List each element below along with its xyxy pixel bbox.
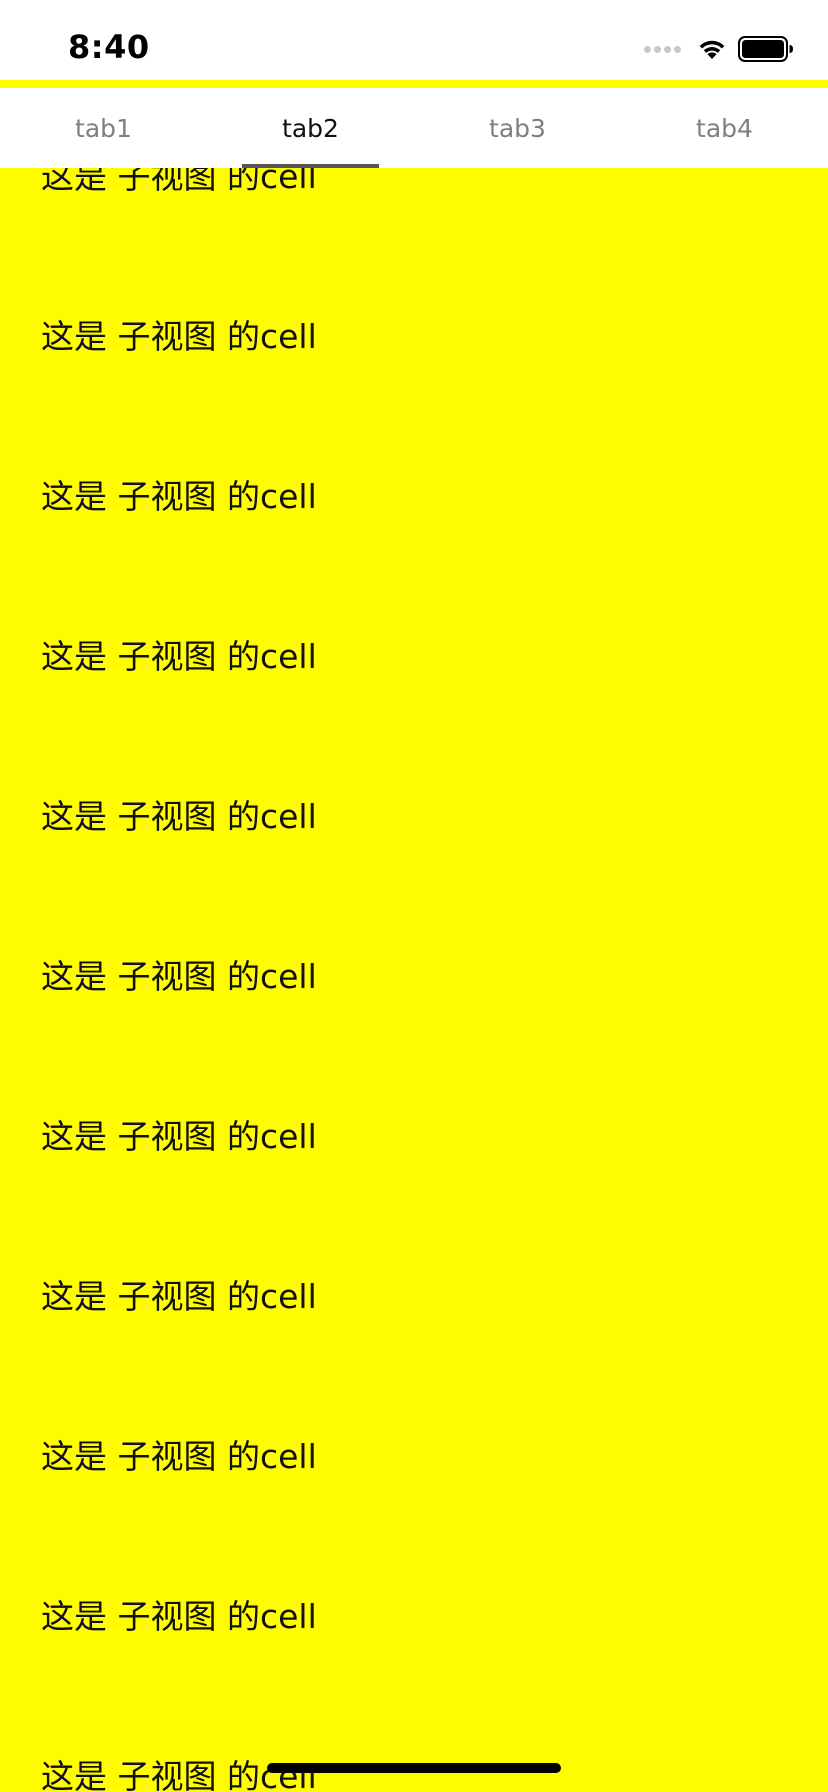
status-bar: 8:40	[0, 0, 828, 80]
cell-label: 这是 子视图 的cell	[41, 637, 317, 676]
table-cell[interactable]: 这是 子视图 的cell	[0, 1048, 828, 1208]
tab-1[interactable]: tab1	[0, 88, 207, 168]
table-cell[interactable]: 这是 子视图 的cell	[0, 1528, 828, 1688]
cell-label: 这是 子视图 的cell	[41, 1437, 317, 1476]
sub-view-table[interactable]: 这是 子视图 的cell 这是 子视图 的cell 这是 子视图 的cell 这…	[0, 168, 828, 1792]
cell-label: 这是 子视图 的cell	[41, 477, 317, 516]
table-cell[interactable]: 这是 子视图 的cell	[0, 1368, 828, 1528]
table-cell[interactable]: 这是 子视图 的cell	[0, 888, 828, 1048]
table-cell[interactable]: 这是 子视图 的cell	[0, 1208, 828, 1368]
cell-label: 这是 子视图 的cell	[41, 317, 317, 356]
status-time: 8:40	[68, 28, 150, 66]
signal-dots-icon	[644, 45, 684, 53]
table-cell[interactable]: 这是 子视图 的cell	[0, 1688, 828, 1792]
top-accent-strip	[0, 80, 828, 88]
tab-4[interactable]: tab4	[621, 88, 828, 168]
tab-2-label: tab2	[282, 113, 339, 143]
cell-label: 这是 子视图 的cell	[41, 168, 317, 196]
sub-view-table-content: 这是 子视图 的cell 这是 子视图 的cell 这是 子视图 的cell 这…	[0, 168, 828, 1792]
tab-3-label: tab3	[489, 113, 546, 143]
tab-3[interactable]: tab3	[414, 88, 621, 168]
cell-label: 这是 子视图 的cell	[41, 797, 317, 836]
cell-label: 这是 子视图 的cell	[41, 1597, 317, 1636]
tab-2[interactable]: tab2	[207, 88, 414, 168]
table-cell[interactable]: 这是 子视图 的cell	[0, 728, 828, 888]
tab-bar: tab1 tab2 tab3 tab4	[0, 88, 828, 168]
cell-label: 这是 子视图 的cell	[41, 957, 317, 996]
cell-label: 这是 子视图 的cell	[41, 1277, 317, 1316]
table-cell[interactable]: 这是 子视图 的cell	[0, 568, 828, 728]
cell-label: 这是 子视图 的cell	[41, 1117, 317, 1156]
status-icons	[644, 34, 794, 64]
home-indicator[interactable]	[267, 1763, 561, 1773]
table-cell[interactable]: 这是 子视图 的cell	[0, 248, 828, 408]
wifi-icon	[699, 40, 725, 59]
tab-4-label: tab4	[696, 113, 753, 143]
table-cell[interactable]: 这是 子视图 的cell	[0, 168, 828, 248]
tab-selected-indicator	[242, 164, 379, 168]
tab-1-label: tab1	[75, 113, 132, 143]
table-cell[interactable]: 这是 子视图 的cell	[0, 408, 828, 568]
battery-icon	[738, 36, 793, 62]
